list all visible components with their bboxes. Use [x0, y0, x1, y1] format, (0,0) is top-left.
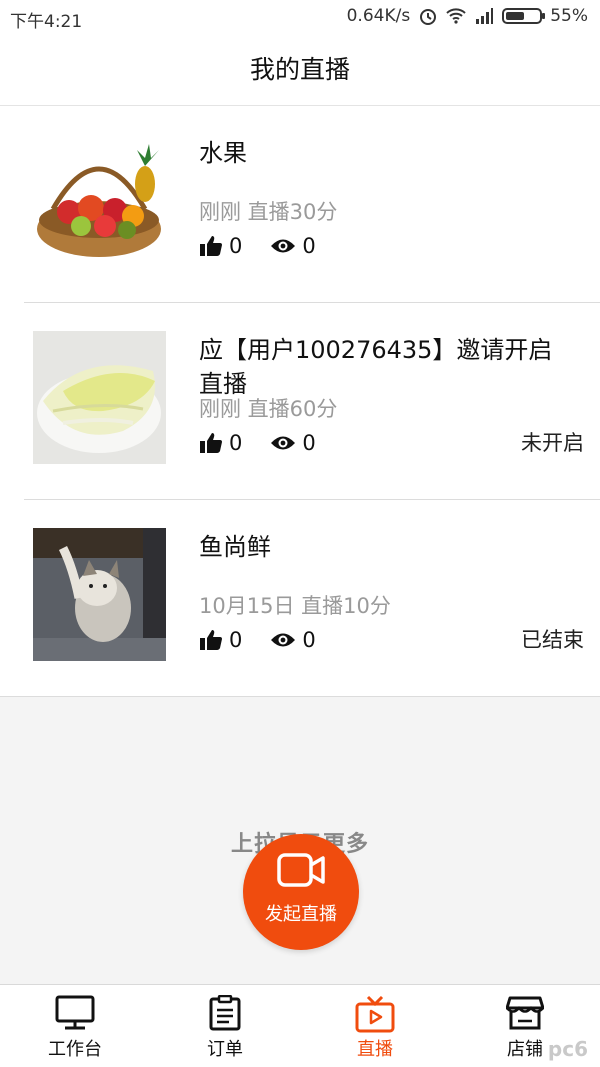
broadcast-stats: 0 0: [199, 234, 316, 258]
broadcast-meta: 10月15日 直播10分: [199, 594, 391, 618]
list-item[interactable]: 应【用户100276435】邀请开启直播 刚刚 直播60分 0 0 未开启: [0, 303, 600, 500]
status-right: 0.64K/s 55%: [347, 6, 588, 26]
broadcast-list: 水果 刚刚 直播30分 0 0 应【用户100276435】邀请开启直播 刚刚 …: [0, 106, 600, 697]
view-count: 0: [302, 628, 316, 652]
list-item[interactable]: 水果 刚刚 直播30分 0 0: [0, 106, 600, 303]
signal-icon: [476, 8, 494, 24]
page-header: 我的直播: [0, 34, 600, 106]
cabbage-thumbnail: [33, 331, 166, 464]
battery-percent: 55%: [550, 6, 588, 26]
clipboard-icon: [209, 995, 241, 1031]
thumbs-up-icon: [200, 433, 222, 453]
alarm-icon: [420, 9, 437, 25]
bottom-tab-bar: 工作台 订单 直播 店铺: [0, 984, 600, 1067]
watermark-logo: pc6: [547, 1037, 588, 1061]
tv-play-icon: [355, 995, 395, 1033]
tab-label: 直播: [357, 1039, 393, 1060]
divider: [0, 696, 600, 697]
start-live-label: 发起直播: [265, 904, 337, 925]
status-time: 下午4:21: [10, 12, 83, 32]
broadcast-meta: 刚刚 直播60分: [199, 397, 338, 421]
fruit-basket-thumbnail: [33, 134, 166, 267]
eye-icon: [271, 633, 296, 647]
start-live-button[interactable]: 发起直播: [243, 834, 359, 950]
broadcast-meta: 刚刚 直播30分: [199, 200, 338, 224]
store-icon: [506, 996, 544, 1030]
battery-fill: [506, 12, 524, 20]
list-item[interactable]: 鱼尚鲜 10月15日 直播10分 0 0 已结束: [0, 500, 600, 697]
tab-label: 工作台: [48, 1039, 102, 1060]
broadcast-title: 水果: [199, 139, 247, 167]
tab-live[interactable]: 直播: [300, 985, 450, 1067]
view-count: 0: [302, 431, 316, 455]
eye-icon: [271, 436, 296, 450]
monitor-icon: [55, 995, 95, 1030]
thumbs-up-icon: [200, 236, 222, 256]
tab-label: 订单: [207, 1039, 243, 1060]
page-title: 我的直播: [249, 55, 350, 84]
wifi-icon: [446, 8, 466, 24]
cat-thumbnail: [33, 528, 166, 661]
broadcast-state: 未开启: [521, 431, 584, 455]
broadcast-title: 应【用户100276435】邀请开启直播: [199, 336, 553, 398]
like-count: 0: [229, 628, 243, 652]
like-count: 0: [229, 234, 243, 258]
net-speed: 0.64K/s: [346, 6, 411, 26]
like-count: 0: [229, 431, 243, 455]
broadcast-state: 已结束: [521, 628, 584, 652]
broadcast-stats: 0 0: [199, 431, 316, 455]
view-count: 0: [302, 234, 316, 258]
broadcast-title: 鱼尚鲜: [199, 533, 271, 561]
eye-icon: [271, 239, 296, 253]
thumbs-up-icon: [200, 630, 222, 650]
battery-icon: [502, 8, 546, 24]
status-bar: 下午4:21 0.64K/s 55%: [0, 0, 600, 34]
tab-workbench[interactable]: 工作台: [0, 985, 150, 1067]
video-camera-icon: [277, 853, 325, 887]
broadcast-stats: 0 0: [199, 628, 316, 652]
tab-orders[interactable]: 订单: [150, 985, 300, 1067]
